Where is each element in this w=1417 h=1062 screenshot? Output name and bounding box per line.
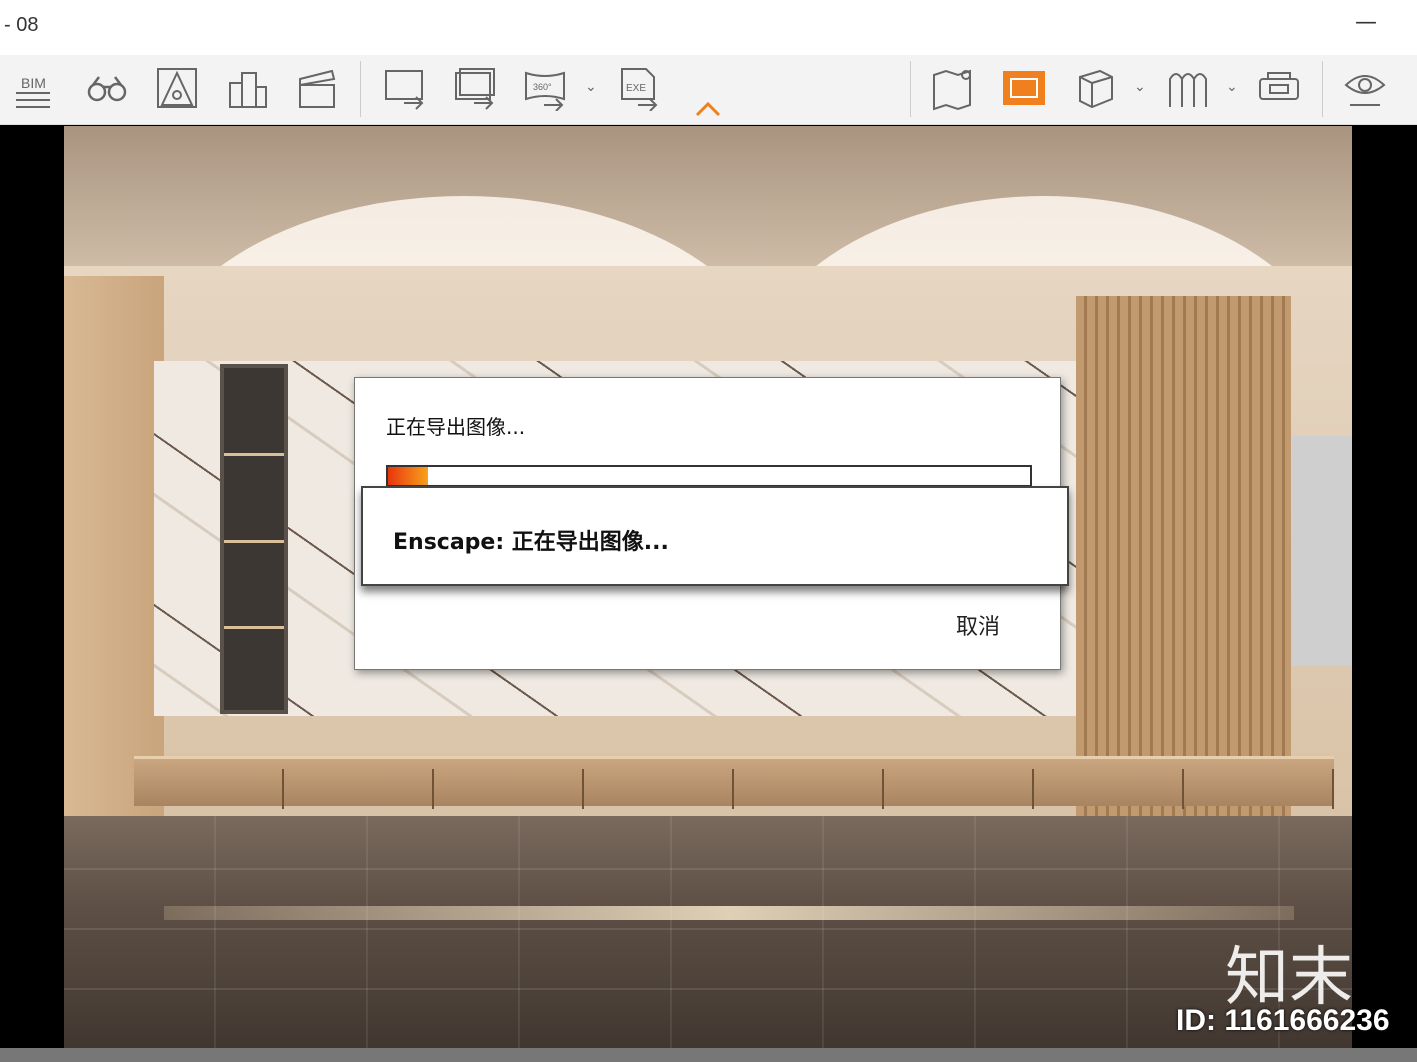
walk-mode-button[interactable] [82, 63, 132, 113]
site-context-button[interactable] [222, 63, 272, 113]
screenshot-icon [1003, 71, 1045, 105]
artwork-panel [1292, 436, 1352, 666]
binoculars-icon [87, 76, 127, 102]
shelf [224, 453, 284, 456]
vr-headset-icon [1259, 72, 1299, 100]
export-progress-bar [386, 465, 1032, 487]
bim-label: BIM [21, 75, 46, 91]
watermark-id: ID: 1161666236 [1176, 1004, 1390, 1037]
export-exe-icon: EXE [621, 68, 658, 111]
status-text: Enscape: 正在导出图像... [393, 530, 669, 555]
cube-icon [1079, 69, 1113, 109]
progress-fill [388, 467, 428, 485]
wood-panel [64, 276, 164, 836]
batch-export-icon [455, 68, 495, 110]
vr-button[interactable] [1254, 63, 1304, 113]
cube-view-button[interactable] [1070, 63, 1120, 113]
export-exe-text: EXE [626, 83, 646, 94]
clapperboard-icon [299, 69, 336, 108]
chevron-down-icon[interactable]: ⌄ [1134, 79, 1146, 95]
toolbar-separator [910, 61, 911, 117]
display-niche [220, 364, 288, 714]
map-button[interactable] [928, 63, 978, 113]
buildings-icon [229, 72, 267, 108]
shelf [224, 626, 284, 629]
minimize-button[interactable]: — [1355, 10, 1377, 35]
asset-library-button[interactable] [1162, 63, 1212, 113]
active-view-button[interactable] [999, 63, 1049, 113]
visibility-button[interactable] [1340, 63, 1390, 113]
export-panorama-button[interactable]: 360° [520, 63, 570, 113]
title-bar: - 08 — [0, 0, 1417, 55]
export-360-icon: 360° [525, 71, 565, 111]
export-exe-button[interactable]: EXE [614, 63, 664, 113]
marble-floor [64, 816, 1352, 1048]
shelf [224, 540, 284, 543]
asset-library-icon [1169, 73, 1207, 107]
chevron-up-icon[interactable] [694, 99, 722, 119]
export-image-button[interactable] [380, 63, 430, 113]
map-icon [933, 69, 971, 111]
enscape-status-dialog: Enscape: 正在导出图像... [361, 486, 1069, 586]
bottom-bar [0, 1048, 1417, 1062]
wood-slats [1076, 296, 1291, 816]
export-360-text: 360° [533, 82, 552, 92]
video-editor-button[interactable] [292, 63, 342, 113]
dialog-title: 正在导出图像... [386, 415, 526, 439]
toolbar: BIM 360° ⌄ EXE ⌄ ⌄ [0, 55, 1417, 125]
visibility-icon [1344, 75, 1386, 106]
toolbar-separator [1322, 61, 1323, 117]
perspective-icon [157, 68, 197, 108]
view-mode-button[interactable] [152, 63, 202, 113]
window-title: - 08 [4, 14, 39, 36]
batch-export-button[interactable] [450, 63, 500, 113]
chevron-down-icon[interactable]: ⌄ [1226, 79, 1238, 95]
toolbar-separator [360, 61, 361, 117]
floor-reflection [164, 906, 1294, 920]
tv-cabinet [134, 756, 1334, 809]
chevron-down-icon[interactable]: ⌄ [585, 79, 597, 95]
cancel-button[interactable]: 取消 [956, 609, 1000, 641]
export-image-icon [385, 70, 424, 110]
bim-menu-button[interactable]: BIM [8, 63, 58, 113]
